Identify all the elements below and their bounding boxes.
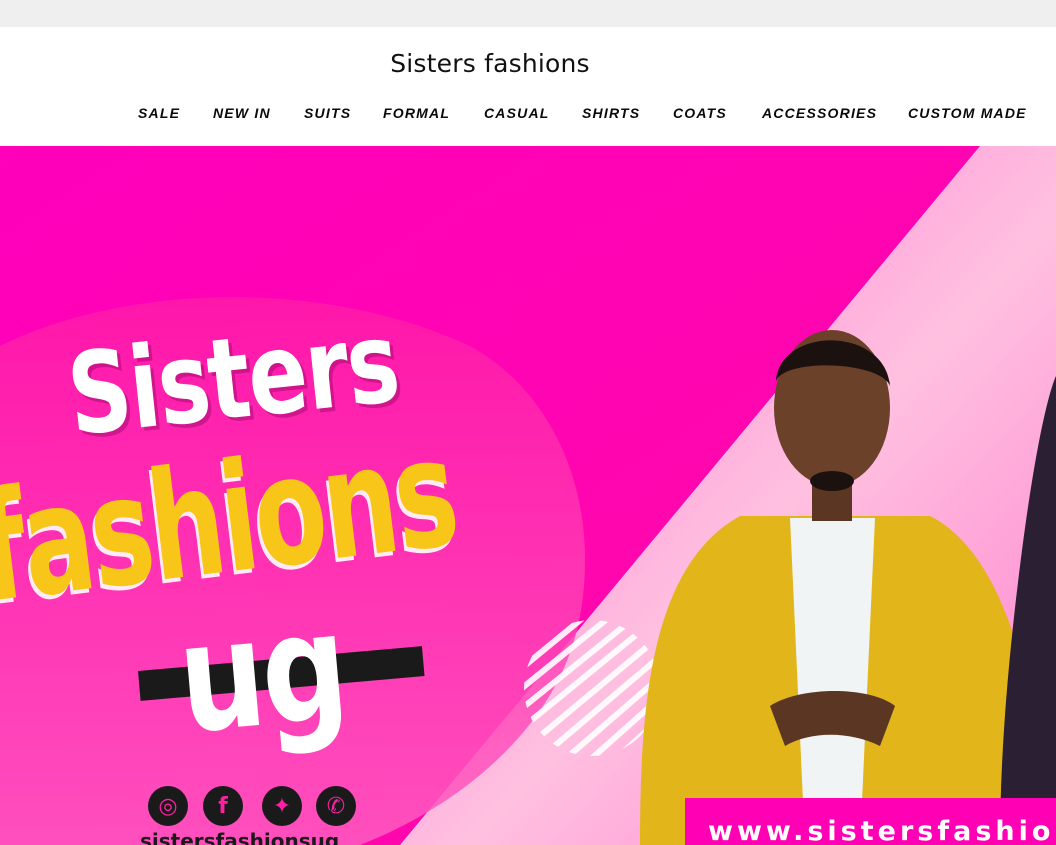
nav-item-new-in[interactable]: NEW IN <box>213 105 271 121</box>
nav-item-accessories[interactable]: ACCESSORIES <box>762 105 877 121</box>
instagram-icon[interactable]: ◎ <box>148 786 188 826</box>
nav-item-coats[interactable]: COATS <box>673 105 727 121</box>
nav-item-casual[interactable]: CASUAL <box>484 105 550 121</box>
social-handle: sistersfashionsug <box>140 829 340 845</box>
site-title[interactable]: Sisters fashions <box>0 49 980 78</box>
top-strip <box>0 0 1056 27</box>
nav-item-suits[interactable]: SUITS <box>304 105 351 121</box>
website-url: www.sistersfashio <box>708 816 1055 845</box>
site-header: Sisters fashions SALE NEW IN SUITS FORMA… <box>0 27 1056 146</box>
nav-item-shirts[interactable]: SHIRTS <box>582 105 640 121</box>
twitter-icon[interactable]: ✦ <box>262 786 302 826</box>
main-nav: SALE NEW IN SUITS FORMAL CASUAL SHIRTS C… <box>0 105 1056 125</box>
facebook-icon[interactable]: f <box>203 786 243 826</box>
nav-item-formal[interactable]: FORMAL <box>383 105 450 121</box>
nav-item-custom-made[interactable]: CUSTOM MADE <box>908 105 1027 121</box>
nav-item-sale[interactable]: SALE <box>138 105 180 121</box>
whatsapp-icon[interactable]: ✆ <box>316 786 356 826</box>
hero-banner[interactable]: Sisters fashions ug ◎ f ✦ ✆ sistersfashi… <box>0 146 1056 845</box>
hero-brand-ug: ug <box>172 579 352 768</box>
